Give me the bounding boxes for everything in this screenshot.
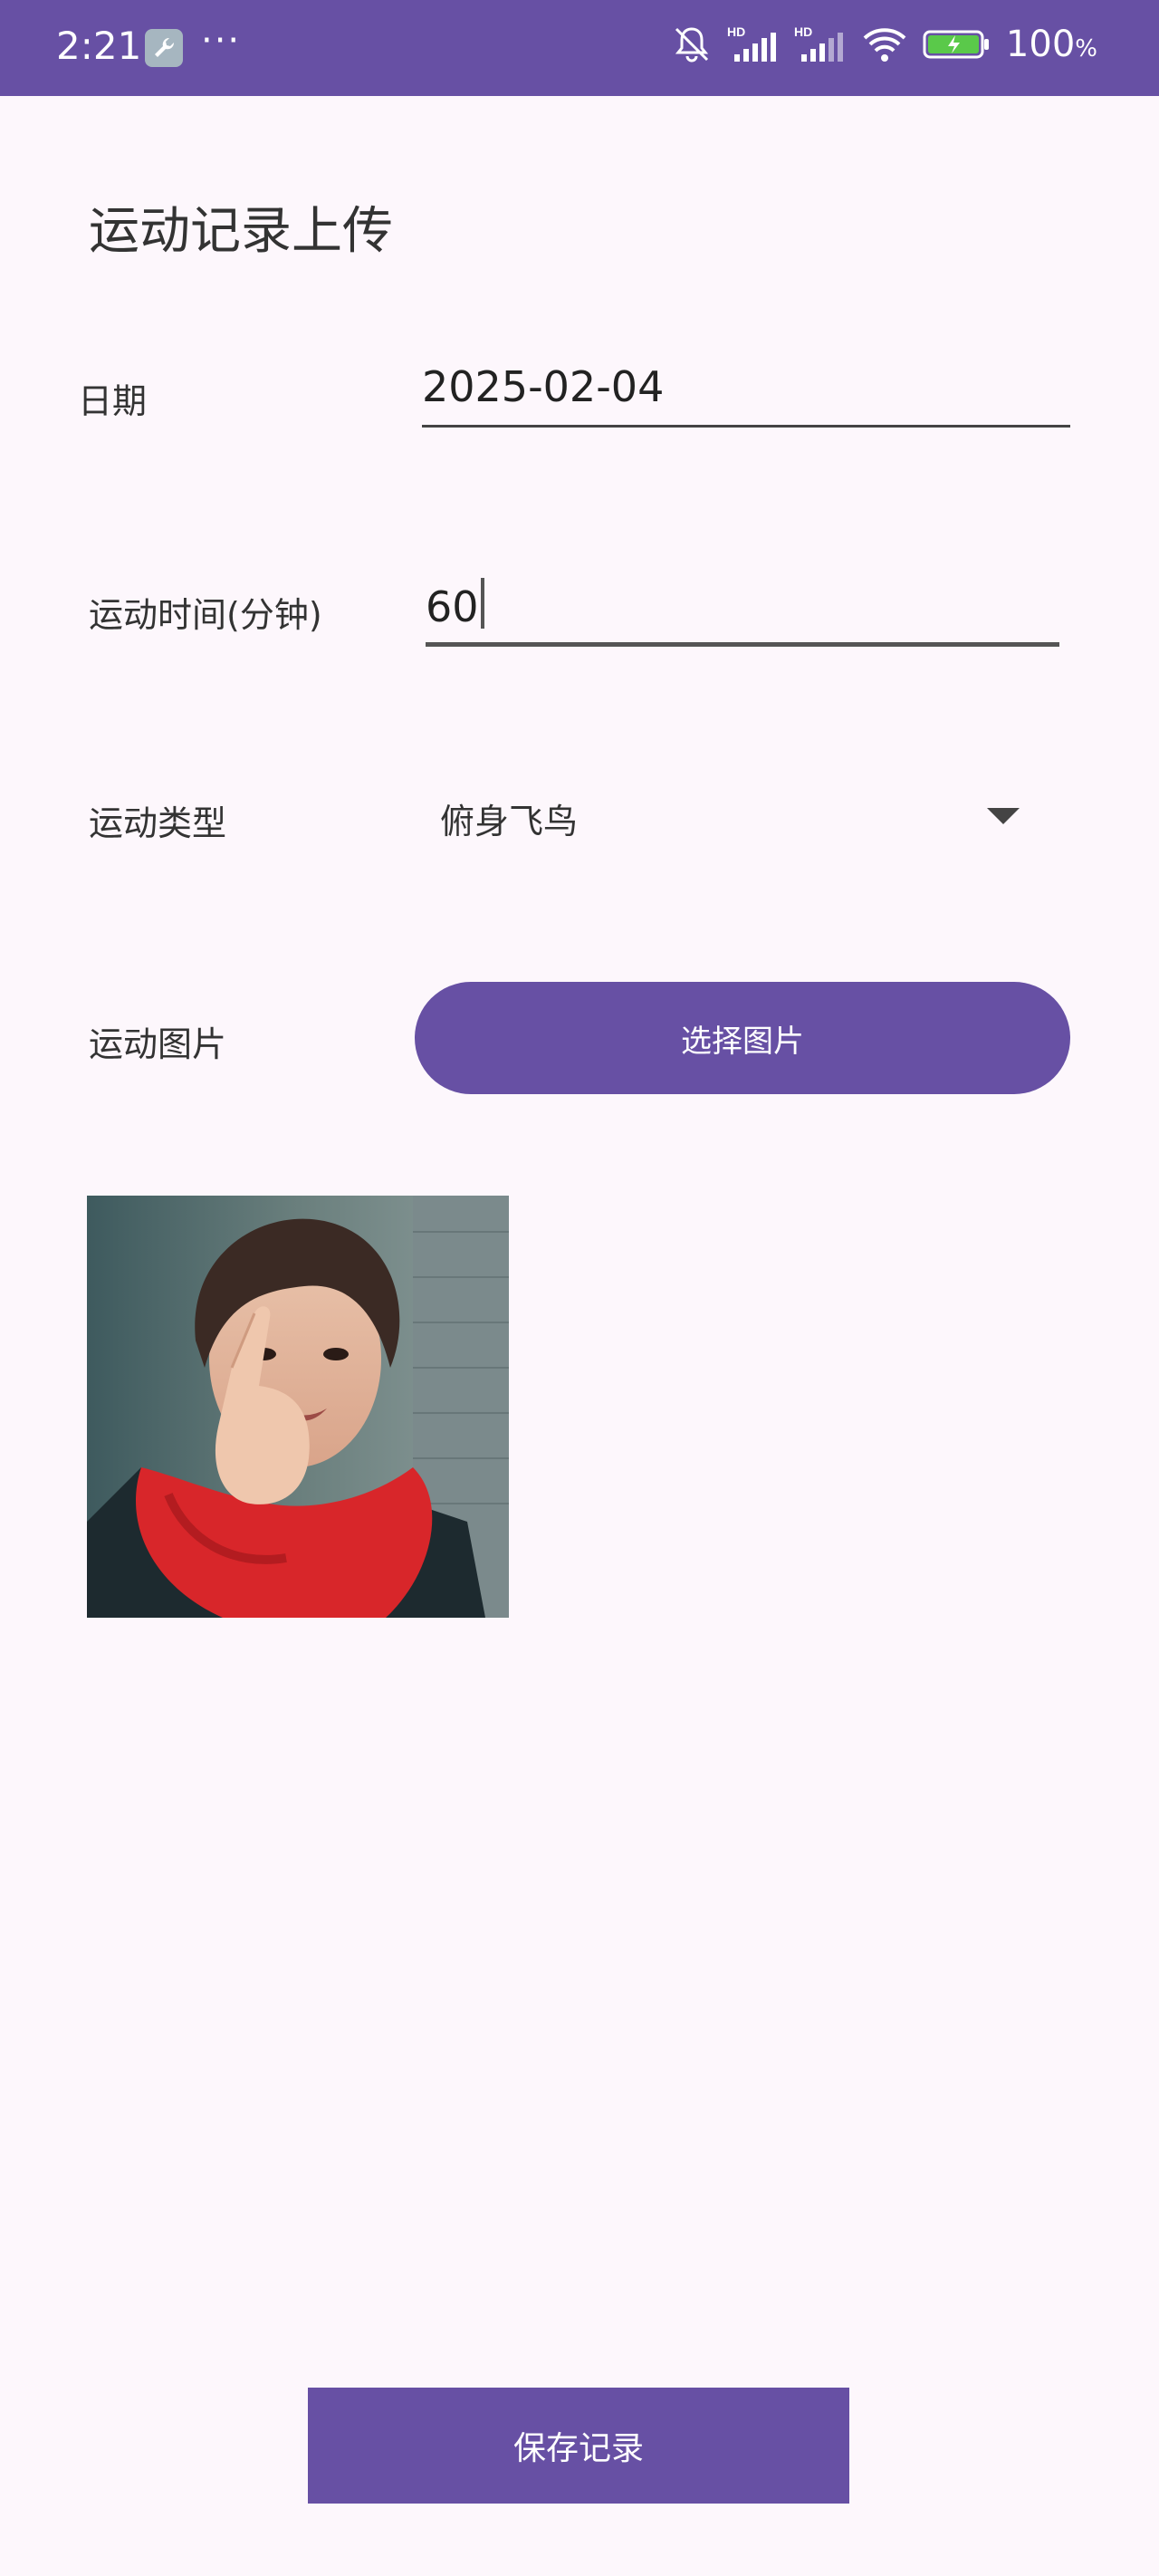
duration-value: 60 [426,582,479,631]
duration-input[interactable]: 60 [426,578,1059,647]
duration-value-wrap: 60 [426,578,484,631]
wrench-icon [145,29,183,67]
text-caret [480,578,484,629]
status-icons: HD HD 100% [671,24,1097,65]
battery-level: 100% [1006,24,1097,65]
dropdown-arrow-icon [987,808,1020,824]
status-bar: 2:21 ··· HD HD 100% [0,0,1159,96]
select-image-button[interactable]: 选择图片 [415,982,1070,1094]
signal-2-icon: HD [794,24,843,62]
status-time: 2:21 [56,24,142,68]
selected-image-thumbnail [87,1196,509,1618]
date-value: 2025-02-04 [422,362,665,411]
type-label: 运动类型 [89,803,227,843]
battery-charging-icon [923,30,989,59]
page-title: 运动记录上传 [89,202,393,261]
duration-underline [426,642,1059,647]
image-label: 运动图片 [89,1024,227,1064]
date-underline [422,425,1070,428]
duration-label: 运动时间(分钟) [89,595,322,635]
type-dropdown[interactable]: 俯身飞鸟 [440,788,1020,848]
save-record-button[interactable]: 保存记录 [308,2388,849,2504]
battery-percent-sign: % [1075,35,1097,62]
bell-muted-icon [675,27,709,62]
person-photo [87,1196,509,1618]
battery-value: 100 [1005,24,1076,65]
date-field[interactable]: 2025-02-04 [422,362,1070,428]
signal-1-icon: HD [727,24,776,62]
date-label: 日期 [78,381,148,421]
wifi-icon [863,28,906,62]
type-selected-value: 俯身飞鸟 [440,802,579,841]
signal-2-badge: HD [794,24,812,39]
more-dots-icon: ··· [201,20,242,62]
signal-1-badge: HD [727,24,745,39]
